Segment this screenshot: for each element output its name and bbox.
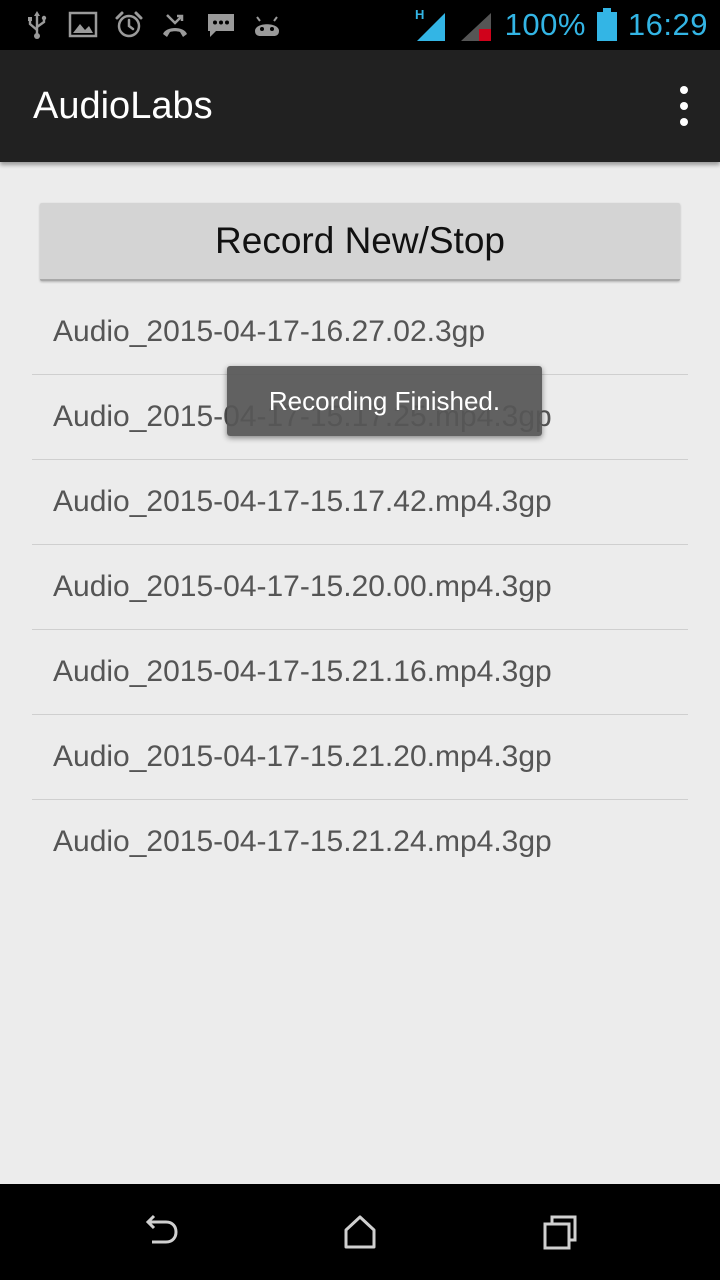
overflow-dot [680, 102, 688, 110]
recording-list-item[interactable]: Audio_2015-04-17-15.21.24.mp4.3gp [32, 800, 688, 884]
overflow-dot [680, 118, 688, 126]
app-bar: AudioLabs [0, 50, 720, 162]
alarm-icon [115, 11, 143, 38]
battery-icon [596, 8, 617, 41]
message-icon [208, 14, 234, 37]
back-icon[interactable] [132, 1204, 188, 1260]
clock: 16:29 [627, 7, 708, 42]
status-indicators: H 100% 16:29 [413, 0, 708, 50]
app-title: AudioLabs [33, 85, 213, 127]
recent-apps-icon[interactable] [532, 1204, 588, 1260]
network-type-label: H [415, 7, 424, 22]
recording-list-item[interactable]: Audio_2015-04-17-15.21.16.mp4.3gp [32, 630, 688, 715]
recording-list-item[interactable]: Audio_2015-04-17-16.27.02.3gp [32, 290, 688, 375]
recording-finished-toast: Recording Finished. [227, 366, 542, 436]
missed-call-icon [163, 14, 187, 37]
record-stop-button[interactable]: Record New/Stop [40, 203, 680, 281]
navigation-bar [0, 1184, 720, 1280]
recording-list-item[interactable]: Audio_2015-04-17-15.21.20.mp4.3gp [32, 715, 688, 800]
home-icon[interactable] [332, 1204, 388, 1260]
android-icon [255, 16, 279, 36]
secondary-signal-icon [460, 13, 491, 41]
overflow-dot [680, 86, 688, 94]
status-bar: H 100% 16:29 [0, 0, 720, 50]
signal-strength-icon: H [415, 7, 445, 41]
recording-list-item[interactable]: Audio_2015-04-17-15.17.42.mp4.3gp [32, 460, 688, 545]
more-vert-icon[interactable] [668, 86, 700, 126]
image-icon [68, 11, 98, 38]
battery-percentage: 100% [504, 7, 586, 42]
notification-icons [22, 10, 282, 40]
usb-icon [28, 11, 47, 39]
recording-list-item[interactable]: Audio_2015-04-17-15.20.00.mp4.3gp [32, 545, 688, 630]
